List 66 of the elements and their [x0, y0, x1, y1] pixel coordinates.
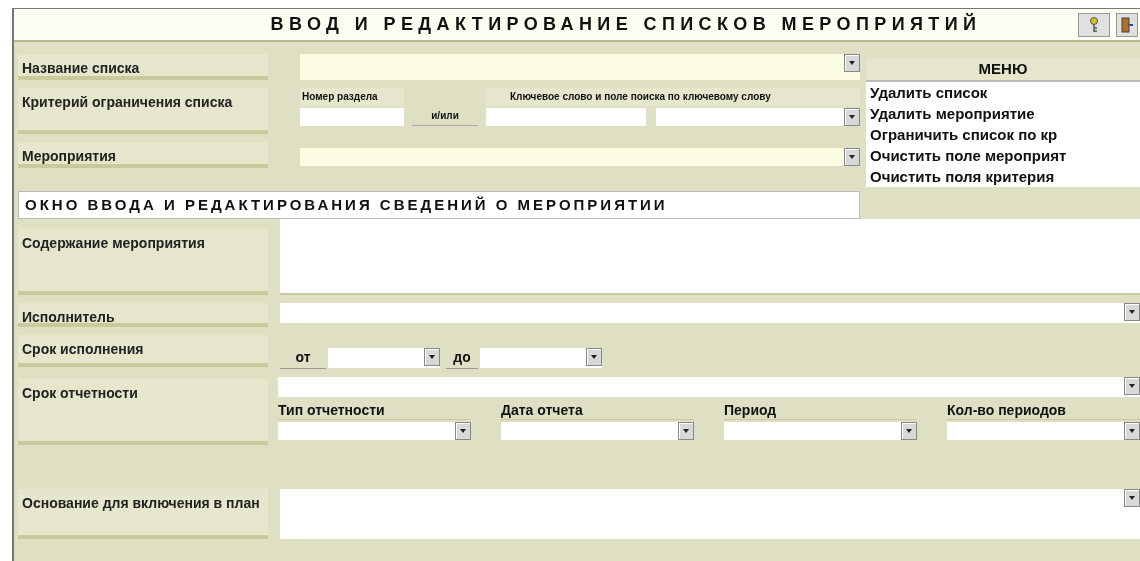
dropdown-field[interactable]	[724, 422, 917, 440]
column-label: Дата отчета	[501, 401, 694, 420]
exit-button[interactable]	[1116, 12, 1138, 37]
field-label: Исполнитель	[18, 303, 268, 327]
door-icon	[1121, 16, 1133, 33]
from-label: от	[280, 347, 326, 369]
caret-down-icon	[591, 355, 597, 359]
section-number-label: Номер раздела	[300, 88, 404, 106]
dropdown-arrow-button[interactable]	[424, 348, 440, 366]
dropdown-arrow-button[interactable]	[1124, 422, 1140, 440]
dropdown-arrow-button[interactable]	[1124, 303, 1140, 321]
field-label: Основание для включения в план	[18, 489, 268, 539]
column-label: Период	[724, 401, 917, 420]
menu-item[interactable]: Удалить мероприятие	[870, 103, 1140, 124]
caret-down-icon	[429, 355, 435, 359]
key-icon	[1089, 16, 1099, 33]
section-number-field[interactable]	[300, 108, 404, 126]
dropdown-field[interactable]	[300, 148, 860, 166]
dropdown-field[interactable]	[501, 422, 694, 440]
field-label: Мероприятия	[18, 142, 268, 168]
dropdown-arrow-button[interactable]	[1124, 377, 1140, 395]
field-label: Срок отчетности	[18, 379, 268, 445]
dropdown-arrow-button[interactable]	[1124, 489, 1140, 507]
to-label: до	[446, 347, 478, 369]
dropdown-field[interactable]	[328, 348, 440, 368]
menu-header: МЕНЮ	[866, 58, 1140, 82]
section-title: ОКНО ВВОДА И РЕДАКТИРОВАНИЯ СВЕДЕНИЙ О МЕРОПРИЯТИИ	[18, 191, 860, 219]
caret-down-icon	[1129, 496, 1135, 500]
caret-down-icon	[1129, 429, 1135, 433]
menu-item[interactable]: Удалить список	[870, 82, 1140, 103]
help-button[interactable]	[1078, 12, 1110, 37]
field-label: Срок исполнения	[18, 335, 268, 367]
caret-down-icon	[1129, 310, 1135, 314]
dropdown-arrow-button[interactable]	[901, 422, 917, 440]
dropdown-field[interactable]	[480, 348, 602, 368]
menu-item[interactable]: Ограничить список по кр	[870, 124, 1140, 145]
text-field[interactable]	[278, 377, 1140, 397]
caret-down-icon	[683, 429, 689, 433]
caret-down-icon	[906, 429, 912, 433]
dropdown-arrow-button[interactable]	[678, 422, 694, 440]
or-label: и/или	[412, 107, 478, 126]
menu-item[interactable]: Очистить поле мероприят	[870, 145, 1140, 166]
keyword-label: Ключевое слово и поле поиска по ключевому слову	[486, 88, 860, 106]
caret-down-icon	[460, 429, 466, 433]
dropdown-arrow-button[interactable]	[844, 148, 860, 166]
keyword-field[interactable]	[486, 108, 646, 126]
caret-down-icon	[849, 155, 855, 159]
window-title: ВВОД И РЕДАКТИРОВАНИЕ СПИСКОВ МЕРОПРИЯТИЙ	[269, 12, 983, 36]
field-label: Содержание мероприятия	[18, 229, 268, 295]
dropdown-field[interactable]	[947, 422, 1140, 440]
dropdown-arrow-button[interactable]	[844, 108, 860, 126]
dropdown-field[interactable]	[300, 54, 860, 80]
dropdown-arrow-button[interactable]	[586, 348, 602, 366]
column-label: Тип отчетности	[278, 401, 471, 420]
menu-item[interactable]: Очистить поля критерия	[870, 166, 1140, 187]
dropdown-arrow-button[interactable]	[455, 422, 471, 440]
caret-down-icon	[849, 115, 855, 119]
field-label: Критерий ограничения списка	[18, 88, 268, 134]
dropdown-field[interactable]	[656, 108, 860, 126]
caret-down-icon	[849, 61, 855, 65]
dropdown-field[interactable]	[278, 422, 471, 440]
field-label: Название списка	[18, 54, 268, 80]
caret-down-icon	[1129, 384, 1135, 388]
dropdown-field[interactable]	[280, 303, 1140, 323]
column-label: Кол-во периодов	[947, 401, 1140, 420]
dropdown-arrow-button[interactable]	[844, 54, 860, 72]
